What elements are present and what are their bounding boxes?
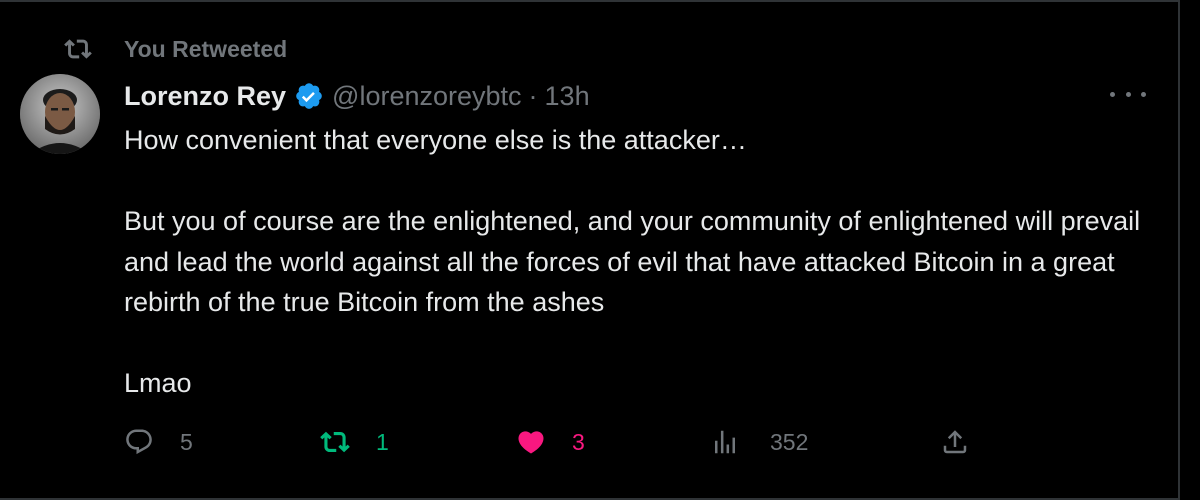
retweet-notice-label: You Retweeted — [124, 35, 288, 62]
retweet-count: 1 — [376, 428, 389, 455]
share-button[interactable] — [940, 420, 970, 464]
reply-icon — [126, 429, 152, 455]
retweet-icon — [64, 39, 92, 59]
avatar[interactable] — [20, 74, 100, 154]
tweet-header: Lorenzo Rey @lorenzoreybtc · 13h — [124, 76, 590, 116]
tweet-timestamp[interactable]: 13h — [545, 81, 590, 112]
heart-icon — [518, 431, 544, 454]
view-count: 352 — [770, 428, 809, 455]
tweet-text: How convenient that everyone else is the… — [124, 125, 1141, 398]
views-button[interactable]: 352 — [710, 420, 808, 464]
analytics-icon — [715, 430, 735, 454]
author-handle[interactable]: @lorenzoreybtc — [332, 81, 522, 112]
more-horizontal-icon[interactable] — [1110, 82, 1146, 106]
like-button[interactable]: 3 — [516, 420, 585, 464]
retweet-notice: You Retweeted — [64, 34, 287, 64]
like-count: 3 — [572, 428, 585, 455]
tweet-actions: 5 1 3 352 — [124, 420, 984, 464]
verified-badge-icon — [296, 83, 322, 109]
retweet-icon — [320, 431, 350, 453]
retweet-button[interactable]: 1 — [320, 420, 389, 464]
share-icon — [943, 430, 967, 454]
reply-button[interactable]: 5 — [124, 420, 193, 464]
author-name[interactable]: Lorenzo Rey — [124, 81, 286, 112]
meta-separator: · — [528, 80, 538, 111]
reply-count: 5 — [180, 428, 193, 455]
